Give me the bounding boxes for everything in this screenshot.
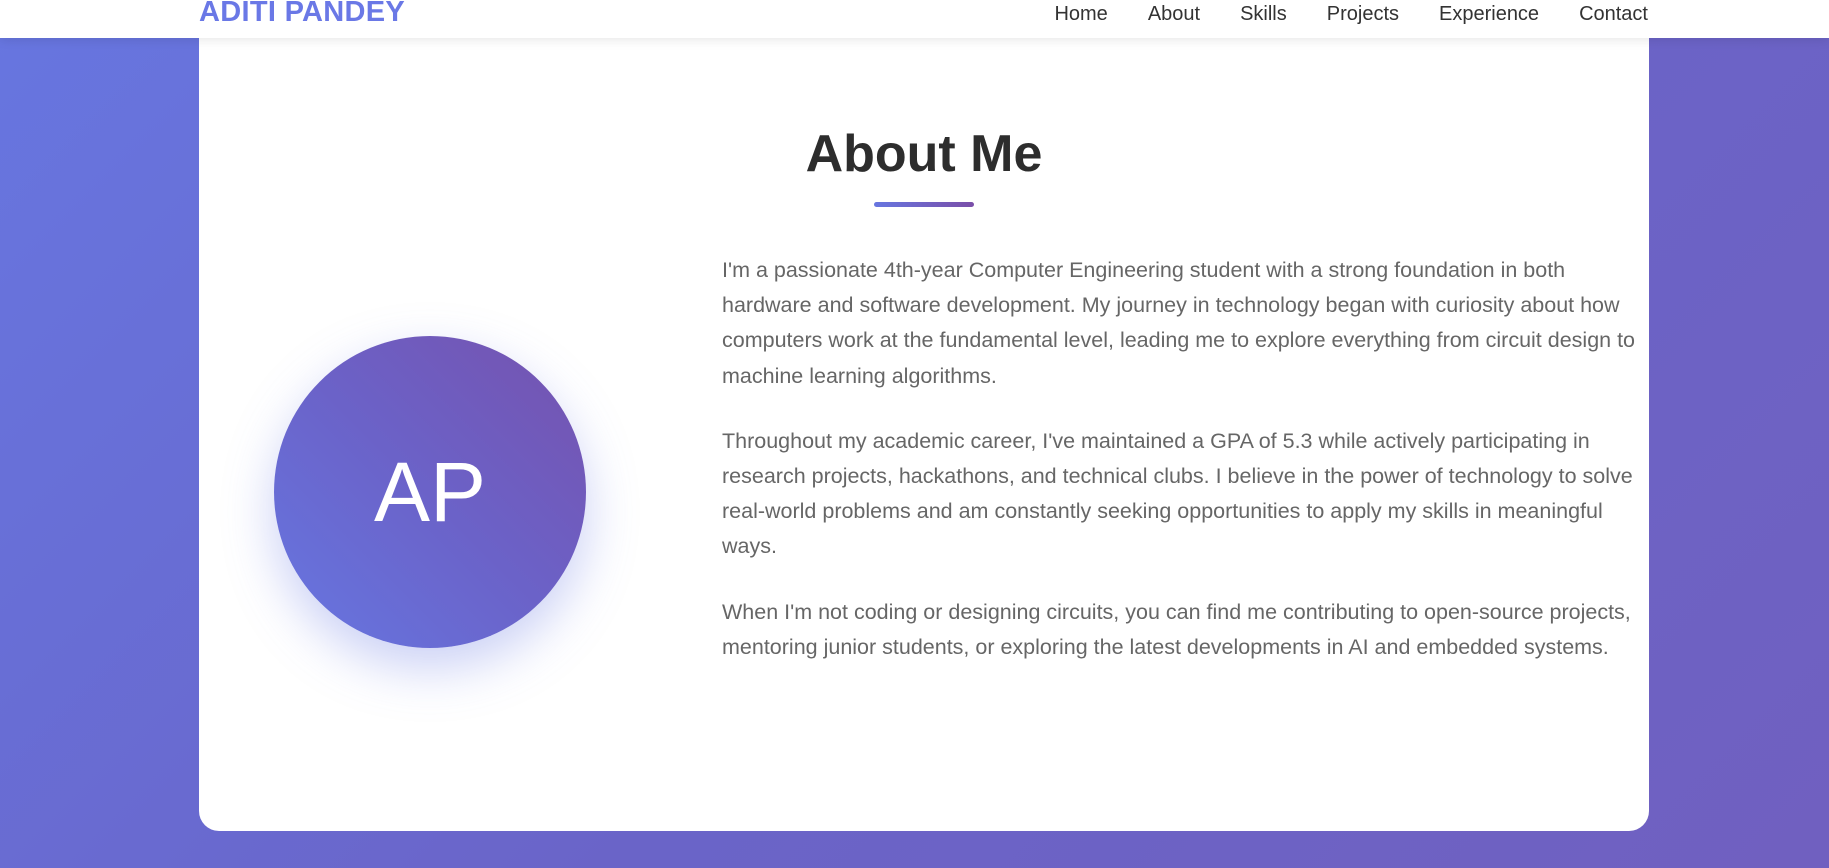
about-section-card: About Me AP I'm a passionate 4th-year Co… [199,0,1649,831]
nav-link-experience[interactable]: Experience [1439,3,1539,26]
nav-link-skills[interactable]: Skills [1240,3,1287,26]
about-paragraph: Throughout my academic career, I've main… [722,428,1633,559]
avatar: AP [274,336,586,648]
nav-links: Home About Skills Projects Experience Co… [1054,3,1648,26]
about-paragraph: When I'm not coding or designing circuit… [722,599,1631,659]
section-title: About Me [805,125,1043,183]
about-text: I'm a passionate 4th-year Computer Engin… [722,253,1647,695]
nav-link-contact[interactable]: Contact [1579,3,1648,26]
title-underline [874,202,974,207]
avatar-initials: AP [373,445,487,539]
about-paragraph: I'm a passionate 4th-year Computer Engin… [722,258,1636,388]
navbar: ADITI PANDEY Home About Skills Projects … [0,0,1829,38]
nav-link-home[interactable]: Home [1054,3,1107,26]
nav-link-projects[interactable]: Projects [1327,3,1399,26]
site-logo[interactable]: ADITI PANDEY [199,0,405,29]
nav-link-about[interactable]: About [1148,3,1200,26]
